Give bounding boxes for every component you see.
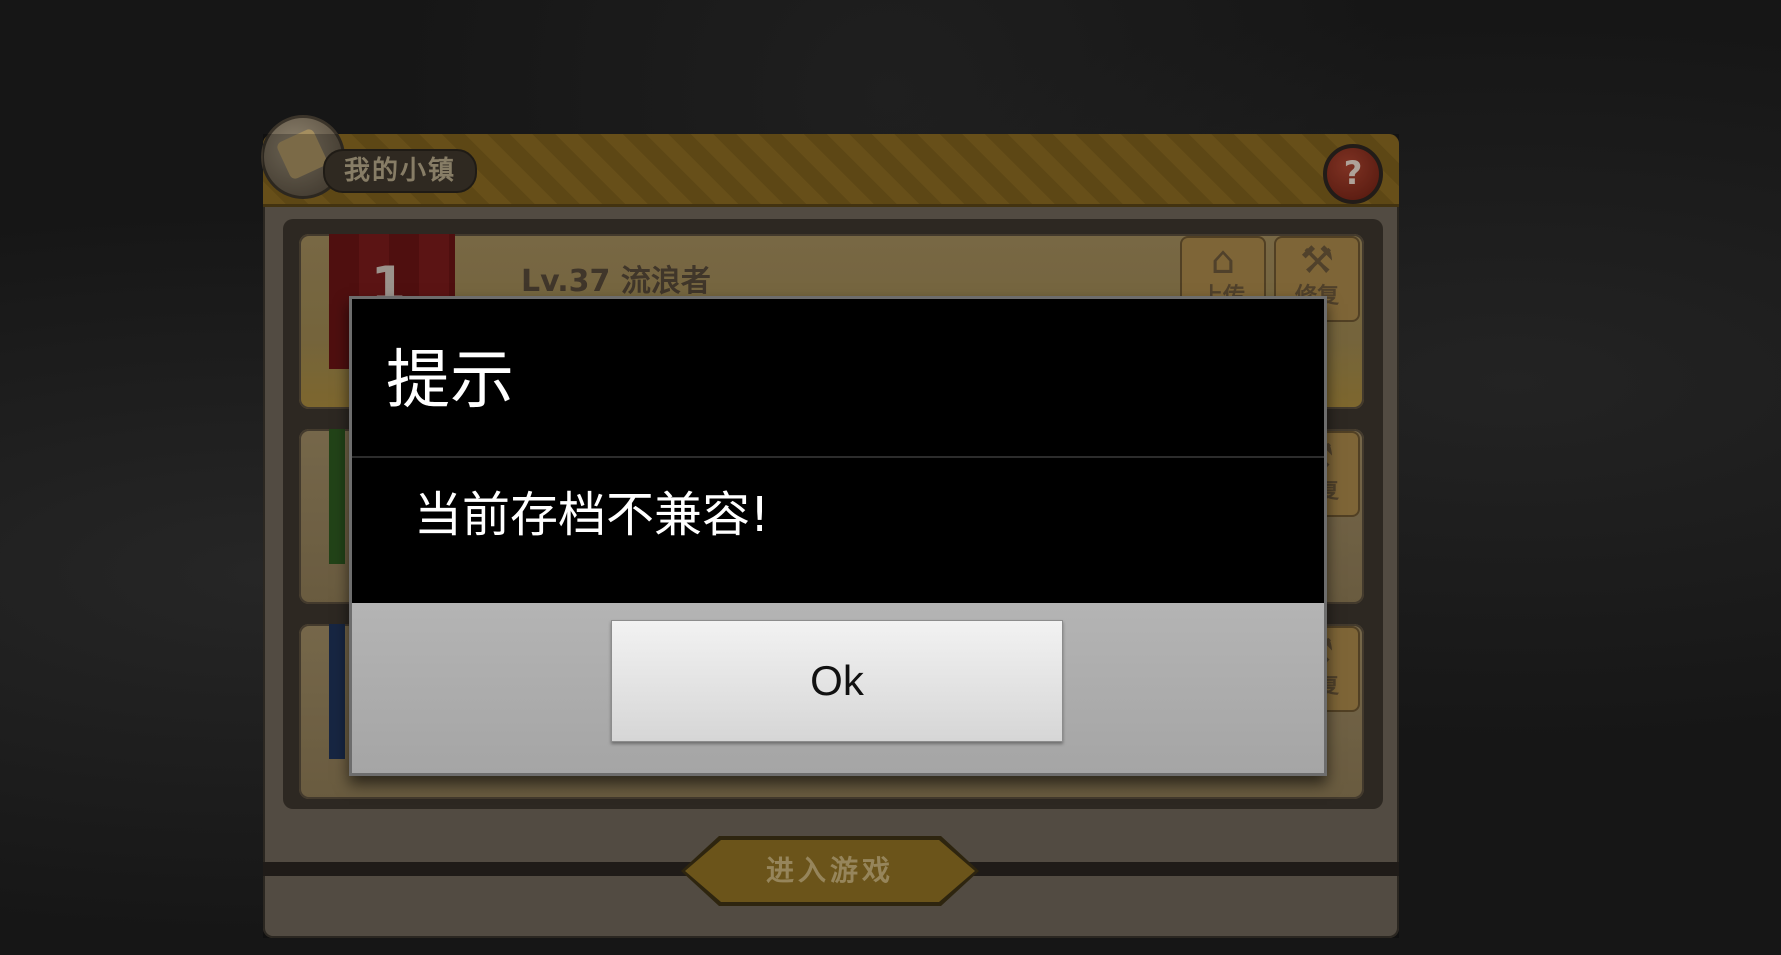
- dialog-footer: Ok: [352, 603, 1324, 773]
- dialog-message: 当前存档不兼容!: [414, 487, 770, 543]
- ok-button[interactable]: Ok: [611, 620, 1063, 742]
- dialog-title: 提示: [386, 344, 514, 418]
- dialog-divider: [352, 456, 1324, 458]
- alert-dialog: 提示 当前存档不兼容! Ok: [349, 296, 1327, 776]
